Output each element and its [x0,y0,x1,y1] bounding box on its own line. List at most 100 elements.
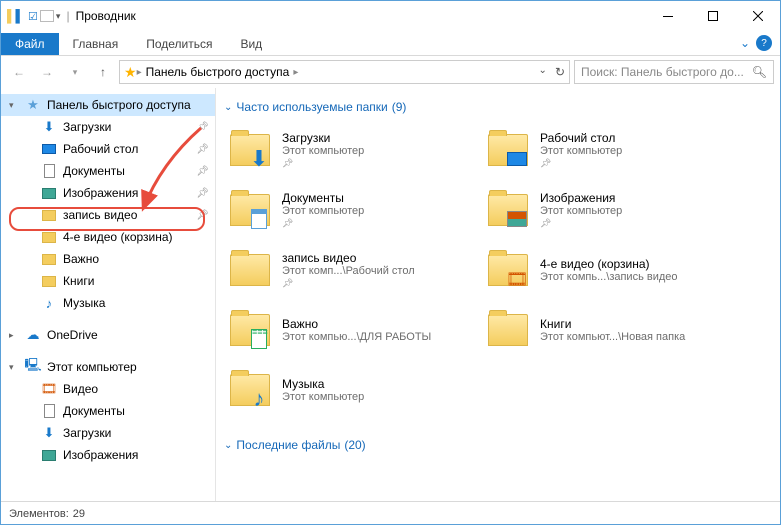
sidebar-item[interactable]: Книги [1,270,215,292]
tab-file[interactable]: Файл [1,33,59,55]
badge-icon: ♪ [248,388,270,410]
sidebar-item-label: Видео [63,382,98,396]
sidebar-item[interactable]: 🎞Видео [1,378,215,400]
sidebar-item[interactable]: ⬇Загрузки [1,422,215,444]
expand-icon[interactable]: ▾ [9,362,14,373]
expand-icon[interactable]: ▾ [9,100,14,111]
ribbon-expand-icon[interactable]: ⌄ [740,36,750,50]
folder-tile[interactable]: ИзображенияЭтот компьютер📌︎ [482,182,732,238]
folder-tile[interactable]: КнигиЭтот компьют...\Новая папка [482,302,732,358]
tile-subtitle: Этот компьютер [540,205,622,217]
folder-tile[interactable]: ≡≡≡ВажноЭтот компью...\ДЛЯ РАБОТЫ [224,302,474,358]
folder-icon [226,246,274,294]
address-bar[interactable]: ★ ▸ Панель быстрого доступа ▸ ⌄ ↻ [119,60,570,84]
pin-icon: 📌︎ [196,210,209,221]
pin-icon: 📌︎ [540,218,622,229]
tab-view[interactable]: Вид [226,33,276,55]
pin-icon: 📌︎ [196,122,209,133]
close-button[interactable] [735,2,780,31]
tile-subtitle: Этот компьютер [282,205,364,217]
pc-icon: 🖳 [25,359,41,375]
navigation-pane[interactable]: ▾ ★ Панель быстрого доступа ⬇Загрузки📌︎Р… [1,88,216,501]
section-recent[interactable]: ⌄ Последние файлы (20) [224,438,776,452]
search-input[interactable]: Поиск: Панель быстрого до... 🔍︎ [574,60,774,84]
sidebar-label: Этот компьютер [47,360,137,374]
sidebar-item[interactable]: запись видео 📌︎ [1,204,215,226]
sidebar-this-pc[interactable]: ▾ 🖳 Этот компьютер [1,356,215,378]
tile-name: запись видео [282,251,415,265]
sidebar-item[interactable]: Изображения📌︎ [1,182,215,204]
explorer-icon: ▌▌ [7,9,24,23]
address-dropdown-icon[interactable]: ⌄ [539,65,547,79]
folder-icon: ⬇ [226,126,274,174]
section-count: (20) [344,438,365,452]
qat-properties-icon[interactable]: ☑ [28,10,38,23]
refresh-icon[interactable]: ↻ [555,65,565,79]
folder-icon [484,186,532,234]
badge-icon [248,208,270,230]
folder-tile[interactable]: Рабочий столЭтот компьютер📌︎ [482,122,732,178]
sidebar-item-label: Музыка [63,296,105,310]
sidebar-item[interactable]: Рабочий стол 📌︎ [1,138,215,160]
folder-tile[interactable]: ♪МузыкаЭтот компьютер [224,362,474,418]
folder-tile[interactable]: 🎞4-е видео (корзина)Этот компь...\запись… [482,242,732,298]
sidebar-item-label: Документы [63,404,125,418]
breadcrumb[interactable]: Панель быстрого доступа [142,65,294,79]
sidebar-item[interactable]: Изображения [1,444,215,466]
tile-subtitle: Этот компьютер [540,145,622,157]
sidebar-item[interactable]: Документы📌︎ [1,160,215,182]
folder-icon: ♪ [41,295,57,311]
pin-icon: 📌︎ [282,278,415,289]
qat-newfolder-icon[interactable] [40,10,54,22]
pin-icon: 📌︎ [196,144,209,155]
status-count: 29 [73,508,85,520]
title-separator: | [66,9,69,23]
expand-icon[interactable]: ▸ [9,330,14,341]
nav-up-button[interactable]: ↑ [91,60,115,84]
content-pane[interactable]: ⌄ Часто используемые папки (9) ⬇Загрузки… [216,88,780,501]
badge-icon [506,148,528,170]
tab-home[interactable]: Главная [59,33,133,55]
folder-tile[interactable]: запись видеоЭтот комп...\Рабочий стол📌︎ [224,242,474,298]
sidebar-quick-access[interactable]: ▾ ★ Панель быстрого доступа [1,94,215,116]
sidebar-item[interactable]: ⬇Загрузки📌︎ [1,116,215,138]
pin-icon: 📌︎ [540,158,622,169]
sidebar-item[interactable]: 4-е видео (корзина) [1,226,215,248]
status-bar: Элементов: 29 [1,501,780,525]
sidebar-item-label: 4-е видео (корзина) [63,230,173,244]
section-count: (9) [392,100,407,114]
folder-icon [41,163,57,179]
sidebar-item-label: Важно [63,252,99,266]
sidebar-item[interactable]: ♪ Музыка [1,292,215,314]
folder-icon [226,186,274,234]
section-title: Часто используемые папки [236,100,387,114]
section-frequent[interactable]: ⌄ Часто используемые папки (9) [224,100,776,114]
minimize-button[interactable] [645,2,690,31]
qat-dropdown-icon[interactable]: ▾ [56,11,61,22]
sidebar-item[interactable]: Важно [1,248,215,270]
sidebar-item-label: запись видео [63,208,137,222]
folder-icon [41,185,57,201]
folder-tile[interactable]: ДокументыЭтот компьютер📌︎ [224,182,474,238]
help-icon[interactable]: ? [756,35,772,51]
search-icon[interactable]: 🔍︎ [752,65,767,79]
tile-subtitle: Этот компьютер [282,145,364,157]
tile-name: Книги [540,317,685,331]
sidebar-item-label: Рабочий стол [63,142,138,156]
sidebar-item[interactable]: Документы [1,400,215,422]
sidebar-item-label: Книги [63,274,94,288]
tile-name: Документы [282,191,364,205]
breadcrumb-sep[interactable]: ▸ [293,67,298,78]
folder-icon: ♪ [226,366,274,414]
folder-tile[interactable]: ⬇ЗагрузкиЭтот компьютер📌︎ [224,122,474,178]
nav-recent-button[interactable]: ▾ [63,60,87,84]
folder-icon [41,229,57,245]
sidebar-label: OneDrive [47,328,98,342]
sidebar-onedrive[interactable]: ▸ ☁ OneDrive [1,324,215,346]
tab-share[interactable]: Поделиться [132,33,226,55]
maximize-button[interactable] [690,2,735,31]
nav-forward-button[interactable]: → [35,60,59,84]
sidebar-label: Панель быстрого доступа [47,98,191,112]
tile-subtitle: Этот компь...\запись видео [540,271,678,283]
nav-back-button[interactable]: ← [7,60,31,84]
